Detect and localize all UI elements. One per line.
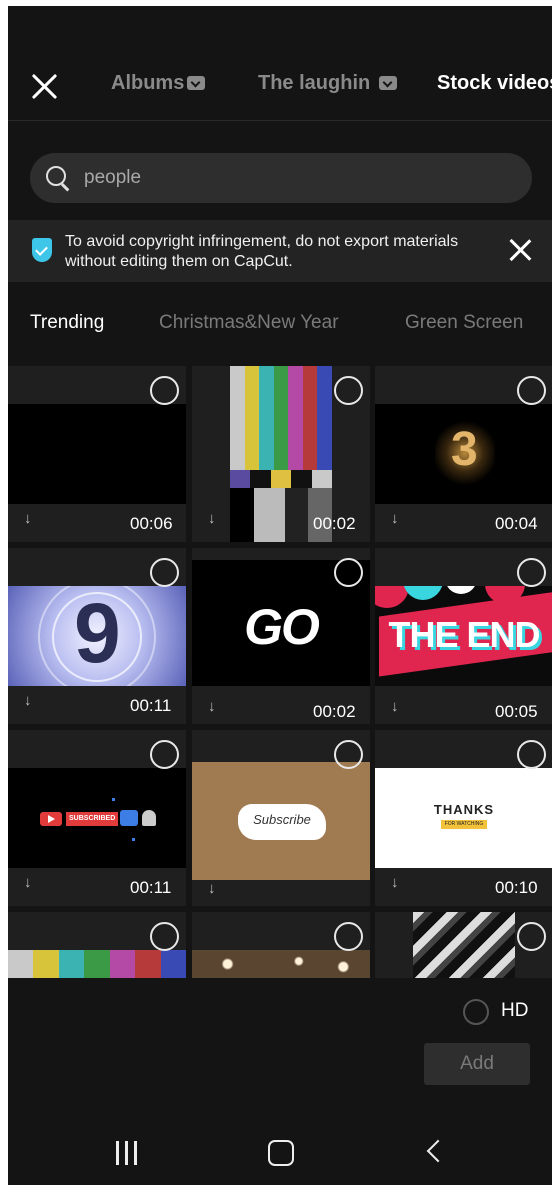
- search-bar[interactable]: [30, 153, 532, 203]
- clip-tile[interactable]: ↓ 00:06: [8, 366, 186, 542]
- download-icon[interactable]: ↓: [208, 510, 216, 527]
- download-icon[interactable]: ↓: [391, 698, 399, 715]
- recent-apps-icon[interactable]: [114, 1141, 140, 1165]
- clip-duration: 00:11: [130, 878, 172, 897]
- select-circle-icon[interactable]: [517, 922, 546, 951]
- select-circle-icon[interactable]: [150, 922, 179, 951]
- clip-thumbnail: THANKS FOR WATCHING: [375, 768, 552, 868]
- clip-text: THANKS: [433, 802, 495, 817]
- clip-duration: 00:06: [130, 514, 173, 533]
- select-circle-icon[interactable]: [334, 558, 363, 587]
- clip-thumbnail: [8, 950, 186, 978]
- chevron-down-icon: [379, 76, 397, 90]
- clip-duration: 00:05: [495, 702, 538, 721]
- header: [8, 6, 552, 122]
- select-circle-icon[interactable]: [517, 740, 546, 769]
- tab-stock-videos[interactable]: Stock videos: [437, 72, 552, 95]
- clip-thumbnail: [413, 912, 515, 978]
- clip-duration: 00:11: [130, 696, 172, 715]
- close-icon[interactable]: [30, 72, 60, 102]
- clip-text: THE END: [388, 614, 540, 655]
- clip-tile[interactable]: GO ↓ 00:02: [192, 548, 370, 724]
- clip-tile[interactable]: 9 ↓ 00:11: [8, 548, 186, 724]
- download-icon[interactable]: ↓: [391, 510, 399, 527]
- search-icon: [46, 166, 66, 186]
- divider: [8, 120, 552, 121]
- notice-text: To avoid copyright infringement, do not …: [65, 233, 459, 270]
- home-icon[interactable]: [268, 1140, 294, 1166]
- clip-tile[interactable]: THANKS FOR WATCHING ↓ 00:10: [375, 730, 552, 906]
- clip-duration: 00:02: [313, 702, 356, 721]
- tab-albums-label: Albums: [111, 72, 185, 94]
- tab-albums[interactable]: Albums: [111, 72, 206, 95]
- clip-duration: 00:10: [495, 878, 538, 897]
- screen: Albums The laughin Stock videos To avoid…: [8, 6, 552, 1185]
- select-circle-icon[interactable]: [517, 558, 546, 587]
- chevron-down-icon: [187, 76, 206, 90]
- clip-thumbnail: THE END: [375, 586, 552, 686]
- select-circle-icon[interactable]: [334, 376, 363, 405]
- clip-thumbnail: [192, 950, 370, 978]
- category-green-screen[interactable]: Green Screen: [405, 312, 523, 334]
- add-button[interactable]: Add: [424, 1043, 530, 1085]
- hd-toggle[interactable]: [463, 999, 489, 1025]
- select-circle-icon[interactable]: [334, 740, 363, 769]
- select-circle-icon[interactable]: [150, 740, 179, 769]
- clip-tile[interactable]: [192, 912, 370, 978]
- clip-text: GO: [244, 599, 320, 655]
- select-circle-icon[interactable]: [150, 376, 179, 405]
- clip-tile[interactable]: [8, 912, 186, 978]
- clip-thumbnail: SUBSCRIBED: [8, 768, 186, 868]
- shield-icon: [32, 238, 52, 262]
- clip-thumbnail: 3: [375, 404, 552, 504]
- category-christmas-new-year[interactable]: Christmas&New Year: [159, 312, 339, 334]
- clip-thumbnail: [8, 404, 186, 504]
- download-icon[interactable]: ↓: [24, 510, 32, 527]
- clip-tile[interactable]: 3 ↓ 00:04: [375, 366, 552, 542]
- clip-subtext: FOR WATCHING: [444, 821, 484, 827]
- close-notice-icon[interactable]: [508, 237, 534, 263]
- clip-thumbnail: 9: [8, 586, 186, 686]
- clip-duration: 00:04: [495, 514, 538, 533]
- category-trending[interactable]: Trending: [30, 312, 104, 334]
- select-circle-icon[interactable]: [517, 376, 546, 405]
- clip-text: SUBSCRIBED: [66, 812, 119, 826]
- search-input[interactable]: [84, 164, 504, 192]
- clip-thumbnail: Subscribe: [192, 762, 370, 880]
- back-icon[interactable]: [426, 1139, 450, 1163]
- clip-tile[interactable]: SUBSCRIBED ↓ 00:11: [8, 730, 186, 906]
- download-icon[interactable]: ↓: [391, 874, 399, 891]
- tab-album-folder-label: The laughin: [258, 72, 371, 94]
- clip-text: Subscribe: [253, 812, 311, 827]
- clip-tile[interactable]: Subscribe ↓: [192, 730, 370, 906]
- clip-duration: 00:02: [313, 514, 356, 533]
- clip-tile[interactable]: [375, 912, 552, 978]
- copyright-notice: To avoid copyright infringement, do not …: [8, 220, 552, 282]
- download-icon[interactable]: ↓: [208, 880, 216, 897]
- clip-tile[interactable]: ↓ 00:02: [192, 366, 370, 542]
- select-circle-icon[interactable]: [150, 558, 179, 587]
- download-icon[interactable]: ↓: [24, 874, 32, 891]
- select-circle-icon[interactable]: [334, 922, 363, 951]
- clip-tile[interactable]: THE END ↓ 00:05: [375, 548, 552, 724]
- download-icon[interactable]: ↓: [24, 692, 32, 709]
- tab-album-folder[interactable]: The laughin: [258, 72, 401, 95]
- download-icon[interactable]: ↓: [208, 698, 216, 715]
- hd-label: HD: [501, 1000, 529, 1021]
